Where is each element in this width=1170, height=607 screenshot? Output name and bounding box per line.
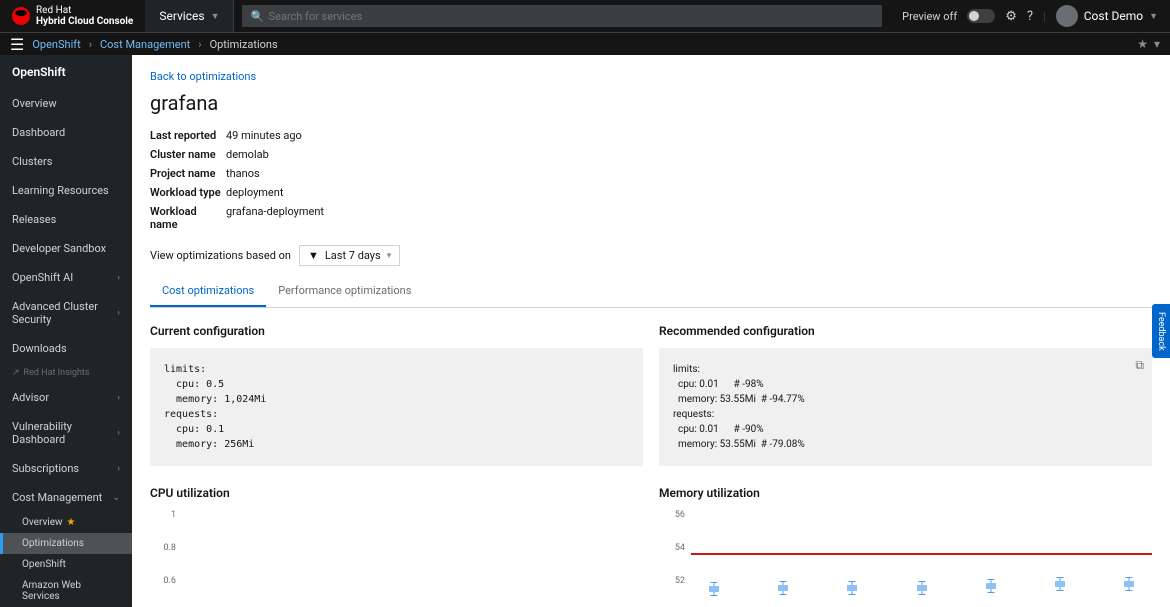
sidebar-item[interactable]: Learning Resources bbox=[0, 176, 132, 205]
card-title: Recommended configuration bbox=[659, 324, 1152, 338]
sidebar-item[interactable]: Downloads bbox=[0, 334, 132, 363]
breadcrumb-link[interactable]: Cost Management bbox=[100, 38, 190, 51]
feedback-tab[interactable]: Feedback bbox=[1152, 304, 1170, 359]
chevron-right-icon: › bbox=[198, 38, 201, 51]
chevron-down-icon: ▼ bbox=[211, 11, 220, 22]
sidebar-item[interactable]: Advisor› bbox=[0, 383, 132, 412]
sidebar-subitem[interactable]: Overview★ bbox=[0, 512, 132, 533]
top-bar: Red Hat Hybrid Cloud Console Services▼ 🔍… bbox=[0, 0, 1170, 32]
info-row: Workload namegrafana-deployment bbox=[150, 205, 1152, 231]
logo[interactable]: Red Hat Hybrid Cloud Console bbox=[0, 5, 145, 27]
sidebar-item[interactable]: Vulnerability Dashboard› bbox=[0, 412, 132, 454]
chart-title: Memory utilization bbox=[659, 486, 1152, 500]
copy-icon[interactable]: ⧉ bbox=[1135, 356, 1144, 374]
page-title: grafana bbox=[150, 91, 1152, 115]
sidebar-section: OpenShift bbox=[0, 55, 132, 89]
sidebar-item[interactable]: Overview bbox=[0, 89, 132, 118]
sidebar-item[interactable]: Cost Management⌄ bbox=[0, 483, 132, 512]
memory-chart: Memory utilization 5654525048Jul 22Jul 2… bbox=[659, 486, 1152, 607]
info-row: Last reported49 minutes ago bbox=[150, 129, 1152, 142]
chevron-right-icon: › bbox=[89, 38, 92, 51]
sidebar-item[interactable]: Releases bbox=[0, 205, 132, 234]
chevron-down-icon: ▾ bbox=[387, 251, 392, 261]
sidebar-item[interactable]: OpenShift AI› bbox=[0, 263, 132, 292]
search-wrap: 🔍 bbox=[234, 5, 890, 27]
sidebar-subitem[interactable]: Optimizations bbox=[0, 533, 132, 554]
sidebar-item[interactable]: Subscriptions› bbox=[0, 454, 132, 483]
search-icon: 🔍 bbox=[250, 10, 264, 23]
top-right: Preview off ⚙ ? | Cost Demo ▼ bbox=[890, 5, 1170, 27]
cpu-chart: CPU utilization 10.80.60.40.2Jul 22Jul 2… bbox=[150, 486, 643, 607]
tabs: Cost optimizations Performance optimizat… bbox=[150, 276, 1152, 308]
gear-icon[interactable]: ⚙ bbox=[1005, 9, 1017, 24]
filter-row: View optimizations based on ▼ Last 7 day… bbox=[150, 245, 1152, 266]
search-input[interactable] bbox=[242, 5, 882, 27]
info-row: Cluster namedemolab bbox=[150, 148, 1152, 161]
breadcrumb: OpenShift › Cost Management › Optimizati… bbox=[32, 38, 277, 51]
preview-label: Preview off bbox=[902, 10, 957, 23]
preview-toggle[interactable] bbox=[967, 9, 995, 23]
breadcrumb-bar: ☰ OpenShift › Cost Management › Optimiza… bbox=[0, 32, 1170, 55]
redhat-icon bbox=[12, 7, 30, 25]
card-title: Current configuration bbox=[150, 324, 643, 338]
tab-cost[interactable]: Cost optimizations bbox=[150, 276, 266, 307]
sidebar-item[interactable]: Developer Sandbox bbox=[0, 234, 132, 263]
chart-title: CPU utilization bbox=[150, 486, 643, 500]
sidebar-subitem[interactable]: Amazon Web Services bbox=[0, 575, 132, 607]
filter-label: View optimizations based on bbox=[150, 249, 291, 262]
user-menu[interactable]: Cost Demo ▼ bbox=[1056, 5, 1158, 27]
brand-text: Red Hat Hybrid Cloud Console bbox=[36, 5, 133, 27]
breadcrumb-link[interactable]: OpenShift bbox=[32, 38, 80, 51]
code-block: limits: cpu: 0.5 memory: 1,024Mi request… bbox=[150, 348, 643, 466]
sidebar-item[interactable]: Dashboard bbox=[0, 118, 132, 147]
sidebar-subitem[interactable]: OpenShift bbox=[0, 554, 132, 575]
tab-performance[interactable]: Performance optimizations bbox=[266, 276, 423, 307]
code-block: ⧉limits: cpu: 0.01 # -98% memory: 53.55M… bbox=[659, 348, 1152, 466]
sidebar-item[interactable]: Clusters bbox=[0, 147, 132, 176]
chevron-down-icon: ▼ bbox=[1149, 11, 1158, 22]
info-row: Project namethanos bbox=[150, 167, 1152, 180]
main-content: Back to optimizations grafana Last repor… bbox=[132, 55, 1170, 607]
help-icon[interactable]: ? bbox=[1027, 9, 1033, 24]
filter-dropdown[interactable]: ▼ Last 7 days ▾ bbox=[299, 245, 400, 266]
sidebar: OpenShift OverviewDashboardClustersLearn… bbox=[0, 55, 132, 607]
sidebar-hint: ↗ Red Hat Insights bbox=[0, 363, 132, 383]
info-row: Workload typedeployment bbox=[150, 186, 1152, 199]
avatar bbox=[1056, 5, 1078, 27]
breadcrumb-current: Optimizations bbox=[210, 38, 278, 51]
funnel-icon: ▼ bbox=[308, 249, 319, 262]
chevron-down-icon[interactable]: ▾ bbox=[1154, 37, 1160, 51]
current-config-card: Current configuration limits: cpu: 0.5 m… bbox=[150, 324, 643, 466]
back-link[interactable]: Back to optimizations bbox=[150, 70, 256, 83]
star-icon[interactable]: ★ bbox=[1137, 37, 1148, 51]
services-dropdown[interactable]: Services▼ bbox=[145, 0, 234, 32]
hamburger-icon[interactable]: ☰ bbox=[10, 35, 24, 54]
sidebar-item[interactable]: Advanced Cluster Security› bbox=[0, 292, 132, 334]
recommended-config-card: Recommended configuration ⧉limits: cpu: … bbox=[659, 324, 1152, 466]
